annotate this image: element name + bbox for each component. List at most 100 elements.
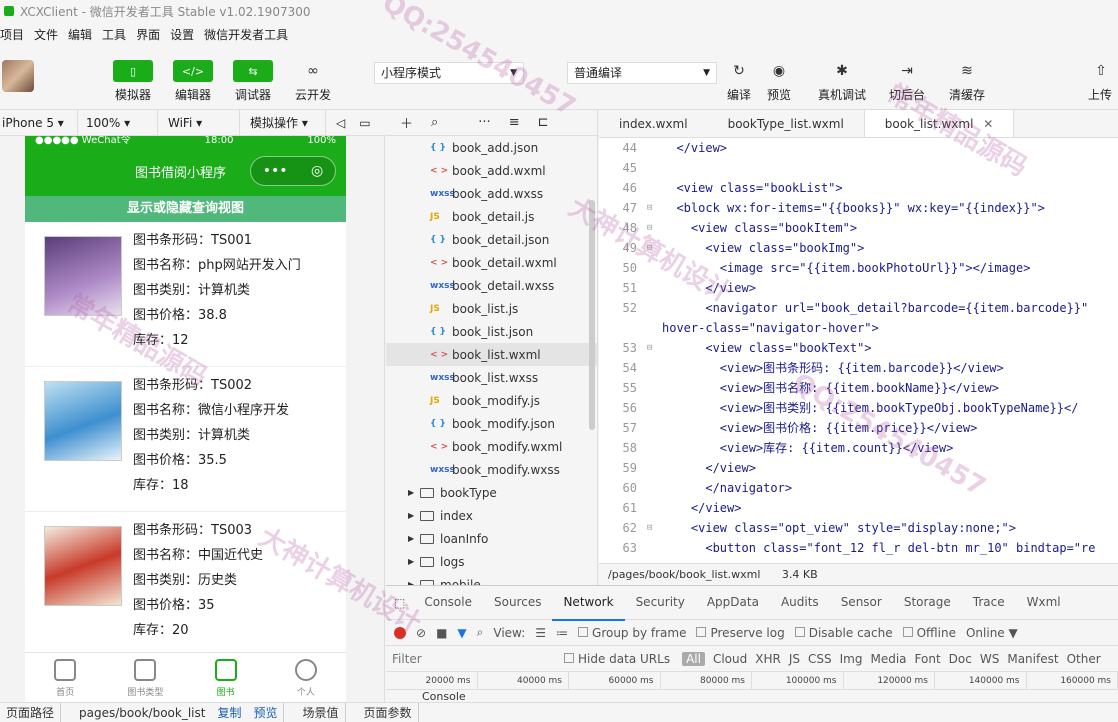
close-icon[interactable]: ✕ <box>983 117 993 131</box>
book-item[interactable]: 图书条形码：TS001 图书名称：php网站开发入门 图书类别：计算机类 图书价… <box>25 222 346 367</box>
type-filter-img[interactable]: Img <box>840 652 863 666</box>
simulate-select[interactable]: 模拟操作 ▾ <box>240 109 326 136</box>
file-item[interactable]: < > book_list.wxml <box>386 343 597 366</box>
book-item[interactable]: 图书条形码：TS003 图书名称：中国近代史 图书类别：历史类 图书价格：35 … <box>25 512 346 657</box>
devtools-tab-trace[interactable]: Trace <box>962 585 1016 621</box>
type-filter-css[interactable]: CSS <box>808 652 832 666</box>
tab-profile[interactable]: 个人 <box>266 653 346 702</box>
editor-button[interactable]: </> 编辑器 <box>168 60 218 103</box>
waterfall-icon[interactable]: ≔ <box>556 626 568 640</box>
folder-item[interactable]: ▶ logs <box>386 550 597 573</box>
clear-icon[interactable]: ⊘ <box>416 626 426 640</box>
devtools-tab-appdata[interactable]: AppData <box>696 585 770 621</box>
menu-project[interactable]: 项目 <box>0 26 31 43</box>
menu-view[interactable]: 界面 <box>136 26 167 43</box>
remote-debug-button[interactable]: ✱ 真机调试 <box>817 60 867 103</box>
search-icon[interactable]: ⌕ <box>477 625 484 640</box>
volume-icon[interactable]: ◁ <box>326 116 345 130</box>
folder-item[interactable]: ▶ bookType <box>386 481 597 504</box>
capsule-menu[interactable]: ••• ◎ <box>250 156 336 186</box>
compile-mode-select[interactable]: 普通编译 ▼ <box>567 62 717 84</box>
background-button[interactable]: ⇥ 切后台 <box>882 60 932 103</box>
tab-index-wxml[interactable]: index.wxml <box>599 110 708 137</box>
record-icon[interactable] <box>394 626 406 639</box>
fold-icon[interactable]: ⊟ <box>647 338 652 358</box>
file-item[interactable]: JS book_detail.js <box>386 205 597 228</box>
code-editor[interactable]: 44 </view> 45 46 <view class="bookList"> 47… <box>599 138 1118 563</box>
copy-link[interactable]: 复制 <box>211 704 247 721</box>
filter-input[interactable] <box>392 649 552 668</box>
type-filter-xhr[interactable]: XHR <box>755 652 781 666</box>
type-filter-media[interactable]: Media <box>870 652 906 666</box>
file-item[interactable]: < > book_modify.wxml <box>386 435 597 458</box>
throttle-select[interactable]: Online ▼ <box>966 626 1018 640</box>
inspect-icon[interactable]: ⬚ <box>386 586 413 620</box>
file-item[interactable]: JS book_modify.js <box>386 389 597 412</box>
simulator-button[interactable]: ▯ 模拟器 <box>108 60 158 103</box>
preview-link[interactable]: 预览 <box>247 704 283 721</box>
group-by-frame-checkbox[interactable]: Group by frame <box>578 626 686 640</box>
devtools-tab-wxml[interactable]: Wxml <box>1016 585 1072 621</box>
file-tree-scrollbar[interactable] <box>589 200 595 430</box>
fold-icon[interactable]: ⊟ <box>647 198 652 218</box>
tab-booktype-list-wxml[interactable]: bookType_list.wxml <box>708 110 864 137</box>
mode-select[interactable]: 小程序模式 ▼ <box>374 62 524 84</box>
devtools-tab-security[interactable]: Security <box>625 585 696 621</box>
menu-wechat-devtools[interactable]: 微信开发者工具 <box>204 26 295 43</box>
folder-item[interactable]: ▶ loanInfo <box>386 527 597 550</box>
network-select[interactable]: WiFi ▾ <box>158 109 240 136</box>
type-filter-ws[interactable]: WS <box>980 652 999 666</box>
file-item[interactable]: wxss book_detail.wxss <box>386 274 597 297</box>
upload-button[interactable]: ⇧ 上传 <box>1088 60 1118 103</box>
fold-icon[interactable]: ⊟ <box>647 518 652 538</box>
split-icon[interactable]: ⊏ <box>538 115 549 130</box>
close-circle-icon[interactable]: ◎ <box>311 163 323 179</box>
menu-settings[interactable]: 设置 <box>170 26 201 43</box>
clear-cache-button[interactable]: ≋ 清缓存 <box>942 60 992 103</box>
type-filter-js[interactable]: JS <box>789 652 800 666</box>
folder-item[interactable]: ▶ index <box>386 504 597 527</box>
tab-home[interactable]: 首页 <box>25 653 105 702</box>
filter-icon[interactable]: ▼ <box>457 626 466 640</box>
file-item[interactable]: wxss book_list.wxss <box>386 366 597 389</box>
fold-icon[interactable]: ⊟ <box>647 238 652 258</box>
preview-button[interactable]: ◉ 预览 <box>754 60 804 103</box>
type-filter-cloud[interactable]: Cloud <box>713 652 747 666</box>
folder-item[interactable]: ▶ mobile <box>386 573 597 585</box>
tab-book-list-wxml[interactable]: book_list.wxml ✕ <box>863 110 1015 137</box>
fold-icon[interactable]: ⊟ <box>647 218 652 238</box>
devtools-tab-storage[interactable]: Storage <box>893 585 962 621</box>
menu-file[interactable]: 文件 <box>34 26 65 43</box>
offline-checkbox[interactable]: Offline <box>902 626 956 640</box>
window-icon[interactable]: ▭ <box>345 116 370 130</box>
preserve-log-checkbox[interactable]: Preserve log <box>696 626 785 640</box>
collapse-icon[interactable]: ≡ <box>509 115 520 130</box>
add-icon[interactable]: ＋ <box>400 113 413 132</box>
file-item[interactable]: wxss book_add.wxss <box>386 182 597 205</box>
scene-value-button[interactable]: 场景值 <box>296 704 344 721</box>
search-icon[interactable]: ⌕ <box>431 115 438 130</box>
devtools-tab-sources[interactable]: Sources <box>483 585 552 621</box>
page-params-button[interactable]: 页面参数 <box>358 704 418 721</box>
disable-cache-checkbox[interactable]: Disable cache <box>794 626 893 640</box>
debugger-button[interactable]: ⇆ 调试器 <box>228 60 278 103</box>
devtools-tab-audits[interactable]: Audits <box>770 585 830 621</box>
tab-book[interactable]: 图书 <box>186 653 266 702</box>
book-item[interactable]: 图书条形码：TS002 图书名称：微信小程序开发 图书类别：计算机类 图书价格：… <box>25 367 346 512</box>
file-item[interactable]: { } book_modify.json <box>386 412 597 435</box>
cloud-dev-button[interactable]: ∞ 云开发 <box>288 60 338 103</box>
file-item[interactable]: { } book_add.json <box>386 136 597 159</box>
type-filter-other[interactable]: Other <box>1067 652 1101 666</box>
file-item[interactable]: { } book_list.json <box>386 320 597 343</box>
type-filter-doc[interactable]: Doc <box>949 652 972 666</box>
more-icon[interactable]: ••• <box>263 163 288 179</box>
type-filter-manifest[interactable]: Manifest <box>1007 652 1058 666</box>
toggle-query-view-button[interactable]: 显示或隐藏查询视图 <box>25 196 346 222</box>
devtools-tab-sensor[interactable]: Sensor <box>830 585 893 621</box>
avatar[interactable] <box>2 60 34 92</box>
devtools-tab-network[interactable]: Network <box>552 585 625 621</box>
list-view-icon[interactable]: ☰ <box>535 626 546 640</box>
zoom-select[interactable]: 100% ▾ <box>78 109 158 136</box>
file-item[interactable]: < > book_add.wxml <box>386 159 597 182</box>
file-item[interactable]: < > book_detail.wxml <box>386 251 597 274</box>
